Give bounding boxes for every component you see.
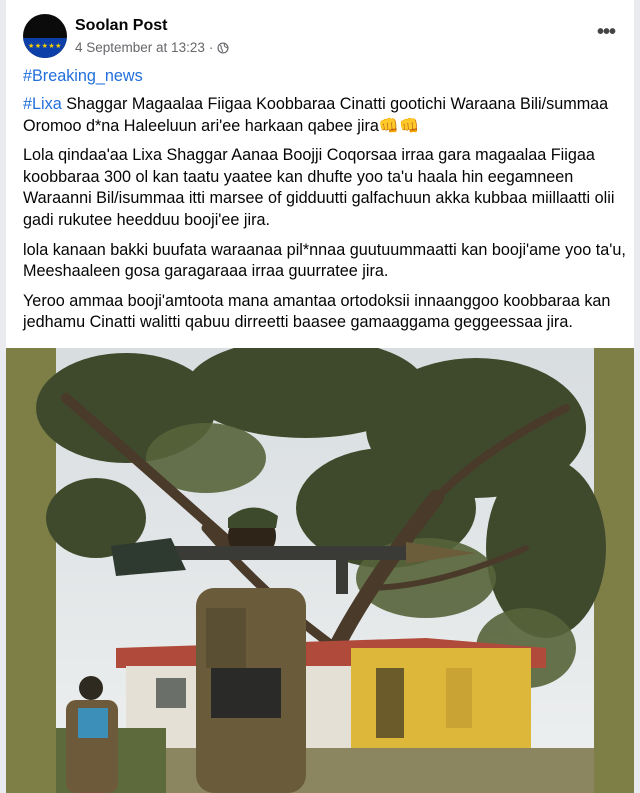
post-header: ★★★★★ Soolan Post 4 September at 13:23 ·… (6, 0, 634, 64)
meta-separator: · (208, 40, 214, 55)
page-name-link[interactable]: Soolan Post (75, 17, 167, 35)
headline-text: Shaggar Magaalaa Fiigaa Koobbaraa Cinatt… (23, 95, 609, 135)
post-meta: 4 September at 13:23 · (75, 40, 229, 55)
hashtag-breaking-news[interactable]: #Breaking_news (23, 66, 631, 94)
hashtag-link[interactable]: #Breaking_news (23, 67, 143, 85)
avatar-stars: ★★★★★ (28, 42, 62, 50)
photo-illustration (36, 348, 606, 793)
post-paragraph-3: Yeroo ammaa booji'amtoota mana amantaa o… (23, 291, 611, 332)
post-card: ★★★★★ Soolan Post 4 September at 13:23 ·… (6, 0, 634, 793)
more-options-icon[interactable]: ••• (590, 18, 622, 50)
post-paragraph-2: lola kanaan bakki buufata waraanaa pil*n… (23, 240, 626, 281)
post-body: #Breaking_news #Lixa Shaggar Magaalaa Fi… (23, 66, 631, 334)
hashtag-lixa[interactable]: #Lixa (23, 95, 62, 113)
post-timestamp[interactable]: 4 September at 13:23 (75, 40, 205, 55)
page-avatar[interactable]: ★★★★★ (23, 14, 67, 58)
post-paragraph-1: Lola qindaa'aa Lixa Shaggar Aanaa Boojji… (23, 146, 615, 229)
post-headline: #Lixa Shaggar Magaalaa Fiigaa Koobbaraa … (23, 94, 631, 137)
globe-icon (217, 41, 229, 54)
post-photo[interactable] (6, 348, 634, 793)
